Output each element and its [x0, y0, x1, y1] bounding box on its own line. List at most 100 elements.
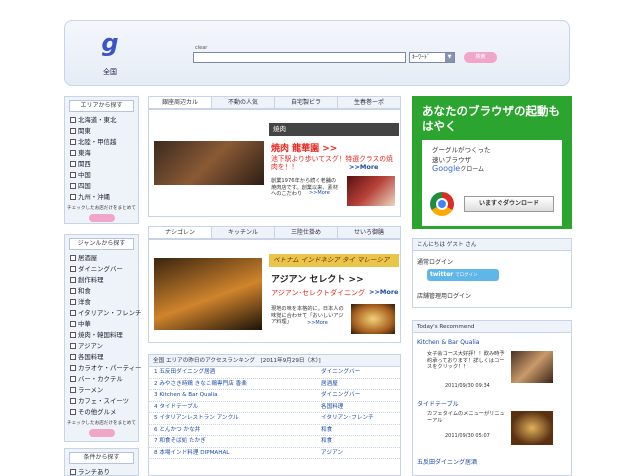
search-button[interactable]: 検索	[464, 52, 497, 63]
area-item[interactable]: 北陸・甲信越	[65, 137, 138, 148]
genre-item[interactable]: その他グルメ	[65, 407, 138, 418]
feature-shop-name[interactable]: 焼肉 龍華園 >>	[271, 141, 337, 154]
genre-item[interactable]: 創作料理	[65, 275, 138, 286]
genre-item[interactable]: 焼肉・韓国料理	[65, 330, 138, 341]
ranking-shop[interactable]: 6 とんかつ かな井	[154, 425, 200, 437]
checkbox[interactable]	[70, 266, 76, 272]
checkbox[interactable]	[70, 183, 76, 189]
feature-tab[interactable]: キッチンル	[212, 227, 275, 238]
feature-shop-name[interactable]: アジアン セレクト >>	[271, 272, 364, 285]
ranking-shop[interactable]: 4 タイドテーブル	[154, 402, 198, 414]
table-row[interactable]: 7 和食そば処 たかぎ 和食	[149, 436, 400, 448]
checkbox[interactable]	[70, 277, 76, 283]
meat-photo[interactable]	[347, 176, 395, 206]
ranking-genre[interactable]: 和食	[321, 436, 332, 448]
recommend-photo[interactable]	[511, 411, 553, 445]
checkbox[interactable]	[70, 332, 76, 338]
genre-item[interactable]: アジアン	[65, 341, 138, 352]
feature-tab[interactable]: ナシゴレン	[149, 227, 212, 238]
ranking-genre[interactable]: ダイニングバー	[321, 367, 360, 379]
feature-tab[interactable]: 自宅製ビラ	[275, 97, 338, 108]
checkbox[interactable]	[70, 376, 76, 382]
feature-tab[interactable]: 銀座周辺カル	[149, 97, 212, 108]
ranking-shop[interactable]: 1 五反田ダイニング居酒	[154, 367, 215, 379]
region-label[interactable]: 全国	[99, 67, 121, 77]
checkbox[interactable]	[70, 398, 76, 404]
ranking-shop[interactable]: 7 和食そば処 たかぎ	[154, 436, 206, 448]
genre-item[interactable]: バー・カクテル	[65, 374, 138, 385]
feature-desc-more[interactable]: >>More	[309, 190, 330, 196]
ranking-shop[interactable]: 2 みやさき時鶏 きなこ鶏専門店 香楽	[154, 379, 247, 391]
checkbox[interactable]	[70, 321, 76, 327]
table-row[interactable]: 6 とんかつ かな井 和食	[149, 425, 400, 437]
recommend-title[interactable]: 五反田ダイニング居酒	[417, 457, 477, 466]
genre-item[interactable]: ラーメン	[65, 385, 138, 396]
site-logo[interactable]: g	[99, 29, 121, 57]
restaurant-photo[interactable]	[154, 258, 262, 330]
checkbox[interactable]	[70, 299, 76, 305]
table-row[interactable]: 4 タイドテーブル 各国料理	[149, 402, 400, 414]
cond-item[interactable]: ランチあり	[65, 467, 138, 476]
table-row[interactable]: 5 イタリアンレストラン アンクル イタリアン･フレンチ	[149, 413, 400, 425]
ranking-shop[interactable]: 8 本場インド料理 DIPMAHAL	[154, 448, 229, 460]
genre-item[interactable]: カフェ・スイーツ	[65, 396, 138, 407]
checkbox[interactable]	[70, 139, 76, 145]
table-row[interactable]: 1 五反田ダイニング居酒 ダイニングバー	[149, 367, 400, 379]
checkbox[interactable]	[70, 161, 76, 167]
area-item[interactable]: 四国	[65, 181, 138, 192]
feature-tab[interactable]: 三陸仕掛め	[275, 227, 338, 238]
checkbox[interactable]	[70, 194, 76, 200]
download-button[interactable]: いますぐダウンロード	[464, 196, 554, 212]
checkbox[interactable]	[70, 288, 76, 294]
checkbox[interactable]	[70, 365, 76, 371]
genre-item[interactable]: 中華	[65, 319, 138, 330]
ranking-shop[interactable]: 5 イタリアンレストラン アンクル	[154, 413, 239, 425]
search-mode-select[interactable]: ｷｰﾜｰﾄﾞ ▼	[409, 52, 455, 63]
ranking-shop[interactable]: 3 Kitchen & Bar Qualia	[154, 390, 218, 402]
area-search-button[interactable]	[88, 214, 115, 222]
genre-item[interactable]: 洋食	[65, 297, 138, 308]
feature-tab[interactable]: 生春巻ーポ	[338, 97, 400, 108]
recommend-photo[interactable]	[511, 351, 553, 383]
chrome-ad[interactable]: あなたのブラウザの起動もはやく グーグルがつくった 速いブラウザ Googleク…	[412, 96, 572, 229]
recommend-title[interactable]: Kitchen & Bar Qualia	[417, 339, 479, 346]
checkbox[interactable]	[70, 354, 76, 360]
genre-item[interactable]: 各国料理	[65, 352, 138, 363]
area-item[interactable]: 関西	[65, 159, 138, 170]
area-item[interactable]: 北海道・東北	[65, 115, 138, 126]
ranking-genre[interactable]: ダイニングバー	[321, 390, 360, 402]
feature-catch[interactable]: アジアン･セレクトダイニング	[271, 288, 365, 298]
genre-item[interactable]: イタリアン・フレンチ	[65, 308, 141, 319]
checkbox[interactable]	[70, 172, 76, 178]
checkbox[interactable]	[70, 255, 76, 261]
feature-catch[interactable]: 池下駅より歩いてスグ！特選クラスの焼肉を！！	[271, 155, 399, 171]
search-input[interactable]	[193, 52, 406, 63]
twitter-login-button[interactable]: twitter でログイン	[427, 269, 499, 281]
area-item[interactable]: 東海	[65, 148, 138, 159]
genre-item[interactable]: 和食	[65, 286, 138, 297]
normal-login-link[interactable]: 通常ログイン	[417, 257, 453, 266]
ranking-genre[interactable]: イタリアン･フレンチ	[321, 413, 374, 425]
genre-item[interactable]: 居酒屋	[65, 253, 138, 264]
area-item[interactable]: 九州・沖縄	[65, 192, 138, 203]
checkbox[interactable]	[70, 387, 76, 393]
area-item[interactable]: 中国	[65, 170, 138, 181]
checkbox[interactable]	[70, 343, 76, 349]
ranking-genre[interactable]: 居酒屋	[321, 379, 338, 391]
table-row[interactable]: 3 Kitchen & Bar Qualia ダイニングバー	[149, 390, 400, 402]
ranking-genre[interactable]: 和食	[321, 425, 332, 437]
dish-photo[interactable]	[351, 304, 395, 334]
feature-more-link[interactable]: >>More	[349, 163, 378, 171]
table-row[interactable]: 8 本場インド料理 DIPMAHAL アジアン	[149, 448, 400, 460]
checkbox[interactable]	[70, 128, 76, 134]
feature-desc-more[interactable]: >>More	[307, 320, 328, 326]
checkbox[interactable]	[70, 469, 76, 475]
genre-item[interactable]: ダイニングバー	[65, 264, 138, 275]
recommend-title[interactable]: タイドテーブル	[417, 399, 459, 408]
ranking-genre[interactable]: 各国料理	[321, 402, 343, 414]
restaurant-photo[interactable]	[154, 141, 264, 185]
genre-item[interactable]: カラオケ・パーティー	[65, 363, 142, 374]
genre-search-button[interactable]	[88, 429, 115, 437]
clear-link[interactable]: clear	[195, 45, 207, 51]
checkbox[interactable]	[70, 310, 76, 316]
